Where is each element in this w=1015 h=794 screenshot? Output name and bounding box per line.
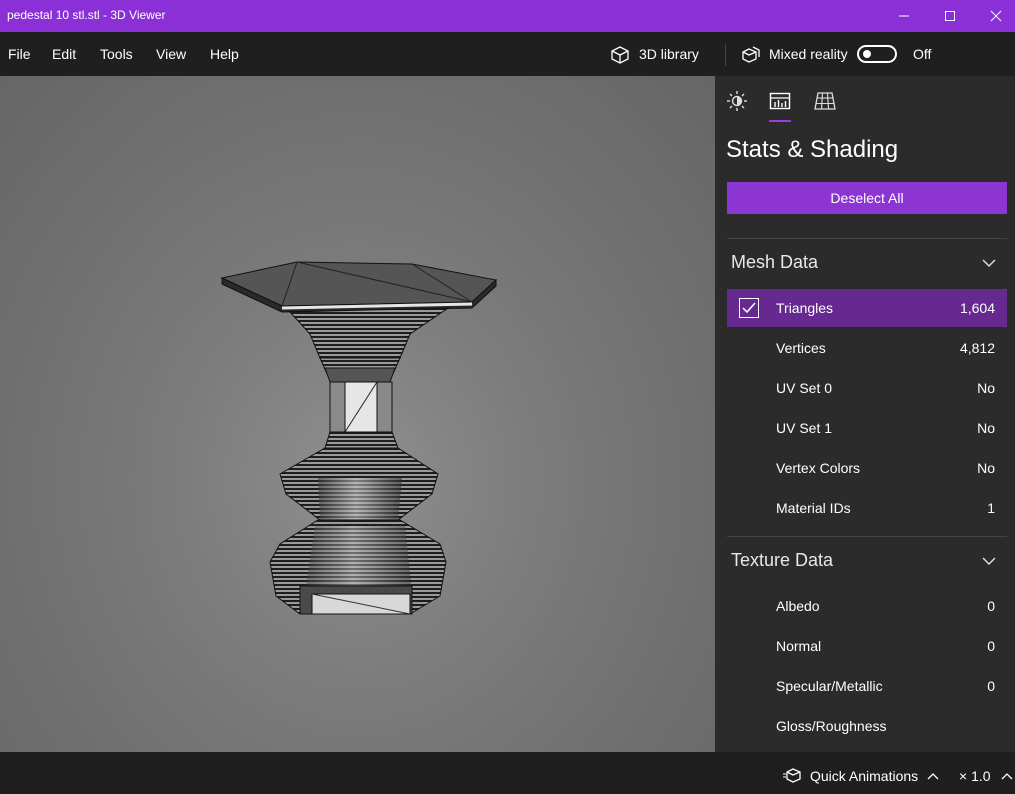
window-title: pedestal 10 stl.stl - 3D Viewer [7,8,166,22]
minimize-icon [899,15,909,17]
maximize-icon [945,11,955,21]
deselect-all-button[interactable]: Deselect All [727,182,1007,214]
lighting-icon[interactable] [726,90,748,112]
cube-icon [611,46,629,64]
grid-icon[interactable] [814,90,836,112]
menu-help[interactable]: Help [210,46,239,62]
section-divider [727,238,1007,239]
mixed-reality-label: Mixed reality [769,46,848,62]
status-bar: Quick Animations × 1.0 [0,752,1015,794]
mesh-row-uv-set-0[interactable]: UV Set 0 No [727,369,1007,407]
section-divider [727,536,1007,537]
playback-speed[interactable]: × 1.0 [959,768,991,784]
3d-viewport[interactable] [0,76,715,752]
mesh-data-header[interactable]: Mesh Data [731,252,818,273]
mesh-row-vertices[interactable]: Vertices 4,812 [727,329,1007,367]
texture-row-specular-metallic[interactable]: Specular/Metallic 0 [727,667,1007,705]
mixed-reality-toggle[interactable] [857,45,897,63]
chevron-down-icon[interactable] [981,258,997,268]
row-label: Vertex Colors [776,460,861,476]
maximize-button[interactable] [927,0,973,32]
row-label: UV Set 1 [776,420,833,436]
mixed-reality-icon [742,46,760,63]
quick-animations-button[interactable]: Quick Animations [810,768,918,784]
chevron-up-icon[interactable] [1001,772,1013,780]
row-value: 1,604 [959,300,995,316]
minimize-button[interactable] [881,0,927,32]
row-value: 0 [987,638,995,654]
toolbar-divider [725,44,726,66]
mesh-row-triangles[interactable]: Triangles 1,604 [727,289,1007,327]
menu-edit[interactable]: Edit [52,46,76,62]
row-label: Material IDs [776,500,851,516]
chevron-down-icon[interactable] [981,556,997,566]
row-value: No [977,460,995,476]
chevron-up-icon[interactable] [927,772,939,780]
title-bar: pedestal 10 stl.stl - 3D Viewer [0,0,1015,32]
mesh-row-vertex-colors[interactable]: Vertex Colors No [727,449,1007,487]
texture-data-header[interactable]: Texture Data [731,550,833,571]
mesh-row-material-ids[interactable]: Material IDs 1 [727,489,1007,527]
row-value: 1 [987,500,995,516]
row-value: No [977,420,995,436]
texture-row-albedo[interactable]: Albedo 0 [727,587,1007,625]
row-value: 0 [987,678,995,694]
3d-library-label: 3D library [639,46,699,62]
close-button[interactable] [973,0,1015,32]
stats-icon[interactable] [769,90,791,112]
row-value: 4,812 [959,340,995,356]
menu-file[interactable]: File [8,46,31,62]
mixed-reality-state: Off [913,46,932,62]
pedestal-model[interactable] [0,76,715,752]
row-label: UV Set 0 [776,380,833,396]
texture-row-normal[interactable]: Normal 0 [727,627,1007,665]
animation-icon [783,768,801,783]
row-label: Specular/Metallic [776,678,883,694]
row-label: Vertices [776,340,826,356]
stats-shading-panel: Stats & Shading Deselect All Mesh Data T… [715,76,1015,752]
row-value: 0 [987,598,995,614]
toggle-knob [863,50,871,58]
mesh-row-uv-set-1[interactable]: UV Set 1 No [727,409,1007,447]
row-label: Albedo [776,598,820,614]
row-value: No [977,380,995,396]
texture-row-gloss-roughness[interactable]: Gloss/Roughness [727,707,1007,745]
row-label: Normal [776,638,822,654]
close-icon [990,10,1002,22]
active-tab-indicator [769,120,791,122]
triangles-checkbox[interactable] [739,298,759,318]
menu-tools[interactable]: Tools [100,46,133,62]
checkmark-icon [742,302,756,314]
menu-view[interactable]: View [156,46,186,62]
panel-title: Stats & Shading [726,136,899,163]
row-label: Gloss/Roughness [776,718,887,734]
row-label: Triangles [776,300,834,316]
